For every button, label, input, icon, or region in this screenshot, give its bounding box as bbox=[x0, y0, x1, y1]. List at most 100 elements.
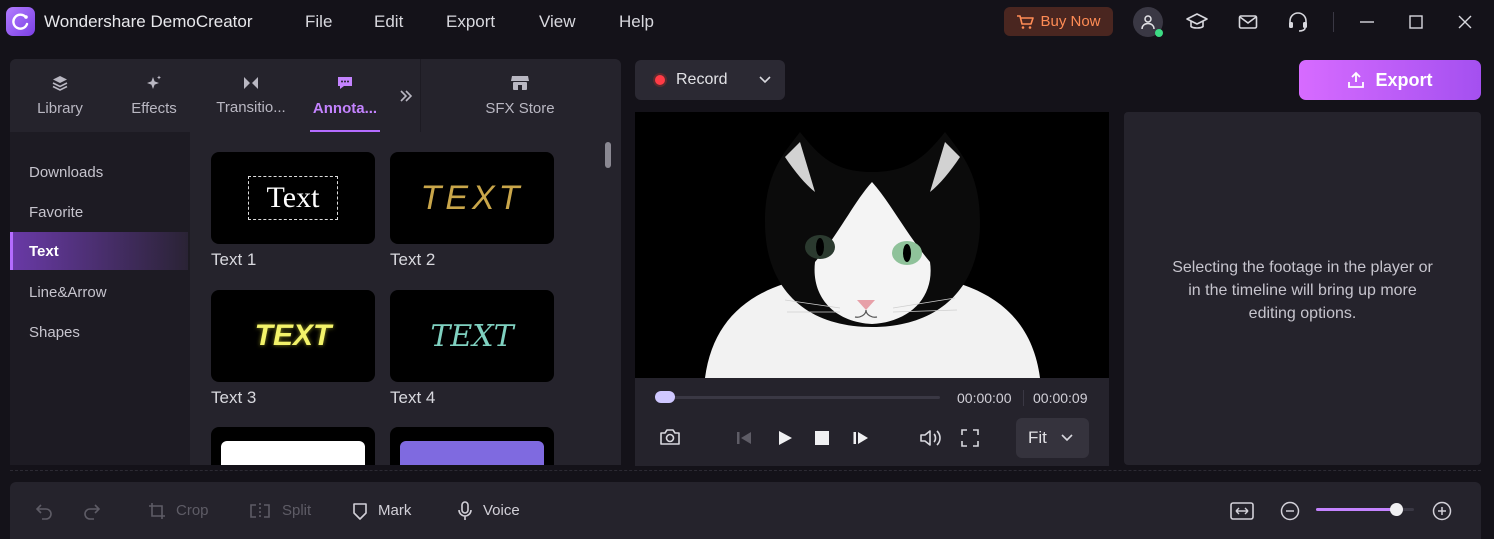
tutorial-button[interactable] bbox=[1183, 8, 1211, 36]
text-template-3-label: Text 3 bbox=[211, 388, 257, 407]
next-frame-button[interactable] bbox=[852, 430, 870, 451]
video-preview[interactable] bbox=[635, 112, 1109, 378]
previous-frame-button[interactable] bbox=[735, 430, 753, 451]
maximize-button[interactable] bbox=[1402, 8, 1430, 36]
fit-width-icon bbox=[1230, 501, 1254, 520]
user-icon bbox=[1141, 15, 1155, 30]
time-divider bbox=[1023, 390, 1024, 406]
split-icon bbox=[250, 502, 270, 519]
title-bar: Wondershare DemoCreator File Edit Export… bbox=[0, 0, 1494, 44]
minimize-icon bbox=[1360, 21, 1374, 23]
fit-timeline-button[interactable] bbox=[1230, 482, 1254, 539]
cat-preview-image bbox=[635, 112, 1109, 378]
cart-icon bbox=[1017, 14, 1035, 29]
text-template-2-label: Text 2 bbox=[390, 250, 436, 269]
skip-forward-icon bbox=[853, 432, 868, 444]
tab-sfx-store-label: SFX Store bbox=[485, 100, 555, 117]
mark-label: Mark bbox=[378, 502, 412, 519]
text-template-5[interactable] bbox=[211, 427, 375, 465]
tab-effects-label: Effects bbox=[131, 100, 177, 117]
support-button[interactable] bbox=[1284, 8, 1312, 36]
tab-divider bbox=[420, 59, 421, 132]
fit-dropdown[interactable]: Fit bbox=[1016, 418, 1089, 458]
record-button[interactable]: Record bbox=[635, 60, 785, 100]
text-3-preview: TEXT bbox=[254, 319, 332, 352]
skip-back-icon bbox=[737, 432, 751, 444]
progress-handle[interactable] bbox=[655, 391, 675, 403]
properties-panel: Selecting the footage in the player or i… bbox=[1124, 112, 1481, 465]
play-button[interactable] bbox=[776, 429, 794, 452]
sidebar-item-line-arrow[interactable]: Line&Arrow bbox=[10, 273, 188, 311]
text-template-4[interactable]: TEXT bbox=[390, 290, 554, 382]
voice-button[interactable]: Voice bbox=[457, 482, 520, 539]
export-button[interactable]: Export bbox=[1299, 60, 1481, 100]
text-template-6[interactable] bbox=[390, 427, 554, 465]
volume-icon bbox=[920, 430, 941, 446]
text-template-1[interactable]: Text bbox=[211, 152, 375, 244]
chevron-down-icon bbox=[759, 76, 771, 84]
account-avatar[interactable] bbox=[1133, 7, 1163, 37]
upload-icon bbox=[1348, 71, 1365, 88]
crop-button[interactable]: Crop bbox=[148, 482, 209, 539]
more-tabs-button[interactable] bbox=[394, 59, 418, 132]
online-status-dot bbox=[1155, 29, 1163, 37]
zoom-out-button[interactable] bbox=[1280, 482, 1300, 539]
sidebar-item-text[interactable]: Text bbox=[10, 232, 188, 270]
menu-view[interactable]: View bbox=[539, 12, 576, 32]
comment-icon bbox=[338, 77, 352, 89]
undo-icon bbox=[35, 503, 52, 520]
play-icon bbox=[779, 431, 792, 445]
text-5-preview-card bbox=[221, 441, 365, 465]
headset-icon bbox=[1289, 12, 1307, 32]
tab-transitions[interactable]: Transitio... bbox=[211, 59, 291, 132]
maximize-icon bbox=[1409, 15, 1423, 29]
stop-icon bbox=[815, 431, 829, 445]
volume-button[interactable] bbox=[919, 429, 943, 452]
menu-help[interactable]: Help bbox=[619, 12, 654, 32]
graduation-cap-icon bbox=[1186, 13, 1208, 29]
total-time: 00:00:09 bbox=[1033, 390, 1088, 406]
menu-file[interactable]: File bbox=[305, 12, 332, 32]
stop-button[interactable] bbox=[814, 430, 830, 451]
snapshot-button[interactable] bbox=[659, 428, 681, 451]
sidebar-item-shapes[interactable]: Shapes bbox=[10, 313, 188, 351]
zoom-in-icon bbox=[1432, 501, 1452, 520]
text-template-3[interactable]: TEXT bbox=[211, 290, 375, 382]
current-time: 00:00:00 bbox=[957, 390, 1012, 406]
playback-progress-bar[interactable] bbox=[655, 391, 940, 403]
minimize-button[interactable] bbox=[1353, 8, 1381, 36]
zoom-slider-handle[interactable] bbox=[1390, 503, 1404, 516]
tab-annotations[interactable]: Annota... bbox=[310, 59, 380, 132]
menu-export[interactable]: Export bbox=[446, 12, 495, 32]
text-2-preview: TEXT bbox=[420, 178, 524, 217]
sidebar-item-label: Text bbox=[29, 242, 59, 260]
tab-library-label: Library bbox=[37, 100, 83, 117]
bowtie-icon bbox=[244, 77, 258, 89]
camera-icon bbox=[660, 429, 680, 445]
menu-edit[interactable]: Edit bbox=[374, 12, 403, 32]
redo-button[interactable] bbox=[83, 482, 101, 539]
timeline-toolbar: Crop Split Mark Voice bbox=[10, 482, 1481, 539]
undo-button[interactable] bbox=[35, 482, 53, 539]
fullscreen-button[interactable] bbox=[961, 429, 979, 452]
zoom-in-button[interactable] bbox=[1432, 482, 1452, 539]
split-button[interactable]: Split bbox=[248, 482, 311, 539]
buy-now-label: Buy Now bbox=[1040, 13, 1101, 30]
voice-label: Voice bbox=[483, 502, 520, 519]
messages-button[interactable] bbox=[1234, 8, 1262, 36]
record-label: Record bbox=[676, 71, 728, 88]
tab-effects[interactable]: Effects bbox=[120, 59, 188, 132]
close-icon bbox=[1458, 15, 1472, 29]
layers-icon bbox=[52, 76, 68, 91]
mark-button[interactable]: Mark bbox=[352, 482, 411, 539]
close-button[interactable] bbox=[1451, 8, 1479, 36]
horizontal-splitter[interactable] bbox=[10, 470, 1481, 474]
tab-library[interactable]: Library bbox=[22, 59, 98, 132]
buy-now-button[interactable]: Buy Now bbox=[1004, 7, 1113, 36]
text-template-2[interactable]: TEXT bbox=[390, 152, 554, 244]
tab-sfx-store[interactable]: SFX Store bbox=[480, 59, 560, 132]
grid-scrollbar[interactable] bbox=[605, 142, 611, 168]
zoom-slider[interactable] bbox=[1316, 503, 1414, 516]
sidebar-item-favorite[interactable]: Favorite bbox=[10, 193, 188, 231]
sidebar-item-downloads[interactable]: Downloads bbox=[10, 153, 188, 191]
